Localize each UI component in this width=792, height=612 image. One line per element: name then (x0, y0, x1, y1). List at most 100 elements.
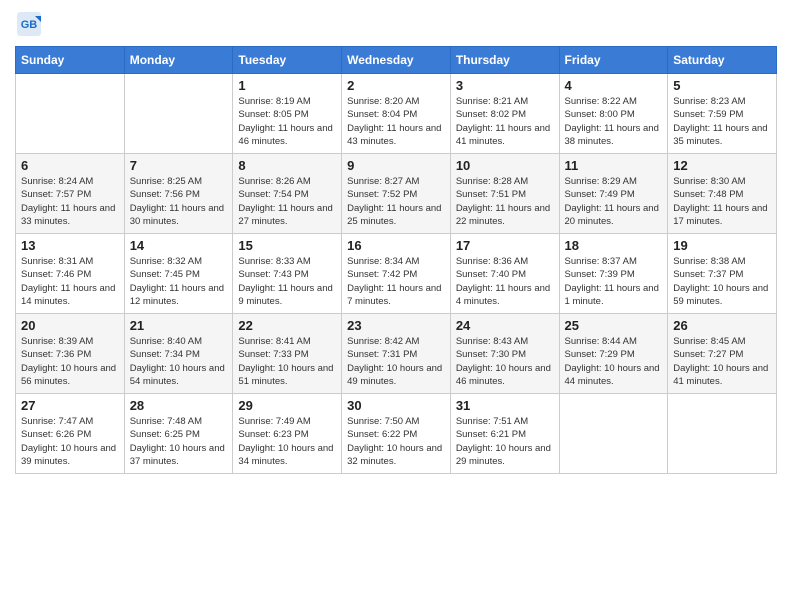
cell-content: Sunrise: 7:48 AMSunset: 6:25 PMDaylight:… (130, 415, 228, 468)
weekday-header-saturday: Saturday (668, 47, 777, 74)
calendar-cell: 5 Sunrise: 8:23 AMSunset: 7:59 PMDaylight… (668, 74, 777, 154)
weekday-header-row: SundayMondayTuesdayWednesdayThursdayFrid… (16, 47, 777, 74)
calendar-cell: 16Sunrise: 8:34 AMSunset: 7:42 PMDayligh… (342, 234, 451, 314)
calendar-cell: 24Sunrise: 8:43 AMSunset: 7:30 PMDayligh… (450, 314, 559, 394)
cell-content: Sunrise: 8:45 AMSunset: 7:27 PMDaylight:… (673, 335, 771, 388)
day-number: 29 (238, 398, 336, 413)
weekday-header-friday: Friday (559, 47, 668, 74)
calendar-cell: 11 Sunrise: 8:29 AMSunset: 7:49 PMDayligh… (559, 154, 668, 234)
day-number: 2 (347, 78, 445, 93)
calendar-cell (16, 74, 125, 154)
day-number: 27 (21, 398, 119, 413)
cell-content: Sunrise: 8:19 AMSunset: 8:05 PMDaylight:… (238, 95, 336, 148)
day-number: 13 (21, 238, 119, 253)
cell-content: Sunrise: 8:24 AMSunset: 7:57 PMDaylight:… (21, 175, 119, 228)
day-number: 26 (673, 318, 771, 333)
cell-content: Sunrise: 8:27 AMSunset: 7:52 PMDaylight:… (347, 175, 445, 228)
weekday-header-wednesday: Wednesday (342, 47, 451, 74)
cell-content: Sunrise: 8:36 AMSunset: 7:40 PMDaylight:… (456, 255, 554, 308)
calendar-body: 1Sunrise: 8:19 AMSunset: 8:05 PMDaylight… (16, 74, 777, 474)
calendar-cell: 7 Sunrise: 8:25 AMSunset: 7:56 PMDaylight… (124, 154, 233, 234)
day-number: 17 (456, 238, 554, 253)
calendar-cell: 25 Sunrise: 8:44 AMSunset: 7:29 PMDayligh… (559, 314, 668, 394)
calendar-cell: 27 Sunrise: 7:47 AMSunset: 6:26 PMDayligh… (16, 394, 125, 474)
day-number: 21 (130, 318, 228, 333)
cell-content: Sunrise: 8:41 AMSunset: 7:33 PMDaylight:… (238, 335, 336, 388)
cell-content: Sunrise: 8:40 AMSunset: 7:34 PMDaylight:… (130, 335, 228, 388)
cell-content: Sunrise: 8:37 AMSunset: 7:39 PMDaylight:… (565, 255, 663, 308)
calendar-cell (668, 394, 777, 474)
cell-content: Sunrise: 8:30 AMSunset: 7:48 PMDaylight:… (673, 175, 771, 228)
cell-content: Sunrise: 8:20 AMSunset: 8:04 PMDaylight:… (347, 95, 445, 148)
day-number: 14 (130, 238, 228, 253)
day-number: 8 (238, 158, 336, 173)
cell-content: Sunrise: 8:22 AMSunset: 8:00 PMDaylight:… (565, 95, 663, 148)
cell-content: Sunrise: 7:49 AMSunset: 6:23 PMDaylight:… (238, 415, 336, 468)
day-number: 15 (238, 238, 336, 253)
day-number: 16 (347, 238, 445, 253)
week-row-0: 1Sunrise: 8:19 AMSunset: 8:05 PMDaylight… (16, 74, 777, 154)
day-number: 23 (347, 318, 445, 333)
day-number: 31 (456, 398, 554, 413)
cell-content: Sunrise: 8:44 AMSunset: 7:29 PMDaylight:… (565, 335, 663, 388)
cell-content: Sunrise: 7:47 AMSunset: 6:26 PMDaylight:… (21, 415, 119, 468)
day-number: 9 (347, 158, 445, 173)
header: GB (15, 10, 777, 38)
day-number: 6 (21, 158, 119, 173)
cell-content: Sunrise: 8:31 AMSunset: 7:46 PMDaylight:… (21, 255, 119, 308)
calendar-cell: 6 Sunrise: 8:24 AMSunset: 7:57 PMDaylight… (16, 154, 125, 234)
calendar-cell (559, 394, 668, 474)
calendar-cell: 14Sunrise: 8:32 AMSunset: 7:45 PMDayligh… (124, 234, 233, 314)
calendar-cell (124, 74, 233, 154)
cell-content: Sunrise: 8:38 AMSunset: 7:37 PMDaylight:… (673, 255, 771, 308)
day-number: 22 (238, 318, 336, 333)
calendar-table: SundayMondayTuesdayWednesdayThursdayFrid… (15, 46, 777, 474)
day-number: 19 (673, 238, 771, 253)
weekday-header-monday: Monday (124, 47, 233, 74)
day-number: 18 (565, 238, 663, 253)
day-number: 11 (565, 158, 663, 173)
cell-content: Sunrise: 8:39 AMSunset: 7:36 PMDaylight:… (21, 335, 119, 388)
calendar-cell: 26 Sunrise: 8:45 AMSunset: 7:27 PMDayligh… (668, 314, 777, 394)
cell-content: Sunrise: 8:21 AMSunset: 8:02 PMDaylight:… (456, 95, 554, 148)
calendar-cell: 30 Sunrise: 7:50 AMSunset: 6:22 PMDayligh… (342, 394, 451, 474)
calendar-cell: 2 Sunrise: 8:20 AMSunset: 8:04 PMDaylight… (342, 74, 451, 154)
calendar-cell: 4 Sunrise: 8:22 AMSunset: 8:00 PMDaylight… (559, 74, 668, 154)
calendar-cell: 8 Sunrise: 8:26 AMSunset: 7:54 PMDaylight… (233, 154, 342, 234)
calendar-cell: 17 Sunrise: 8:36 AMSunset: 7:40 PMDayligh… (450, 234, 559, 314)
cell-content: Sunrise: 8:29 AMSunset: 7:49 PMDaylight:… (565, 175, 663, 228)
calendar-cell: 29 Sunrise: 7:49 AMSunset: 6:23 PMDayligh… (233, 394, 342, 474)
calendar-cell: 15Sunrise: 8:33 AMSunset: 7:43 PMDayligh… (233, 234, 342, 314)
day-number: 4 (565, 78, 663, 93)
calendar-cell: 22 Sunrise: 8:41 AMSunset: 7:33 PMDayligh… (233, 314, 342, 394)
day-number: 30 (347, 398, 445, 413)
day-number: 5 (673, 78, 771, 93)
day-number: 28 (130, 398, 228, 413)
cell-content: Sunrise: 8:26 AMSunset: 7:54 PMDaylight:… (238, 175, 336, 228)
calendar-cell: 19 Sunrise: 8:38 AMSunset: 7:37 PMDayligh… (668, 234, 777, 314)
day-number: 7 (130, 158, 228, 173)
calendar-cell: 9 Sunrise: 8:27 AMSunset: 7:52 PMDaylight… (342, 154, 451, 234)
cell-content: Sunrise: 7:50 AMSunset: 6:22 PMDaylight:… (347, 415, 445, 468)
cell-content: Sunrise: 7:51 AMSunset: 6:21 PMDaylight:… (456, 415, 554, 468)
week-row-4: 27 Sunrise: 7:47 AMSunset: 6:26 PMDayligh… (16, 394, 777, 474)
calendar-cell: 31 Sunrise: 7:51 AMSunset: 6:21 PMDayligh… (450, 394, 559, 474)
cell-content: Sunrise: 8:25 AMSunset: 7:56 PMDaylight:… (130, 175, 228, 228)
day-number: 10 (456, 158, 554, 173)
day-number: 12 (673, 158, 771, 173)
day-number: 3 (456, 78, 554, 93)
cell-content: Sunrise: 8:23 AMSunset: 7:59 PMDaylight:… (673, 95, 771, 148)
day-number: 25 (565, 318, 663, 333)
calendar-cell: 1Sunrise: 8:19 AMSunset: 8:05 PMDaylight… (233, 74, 342, 154)
day-number: 24 (456, 318, 554, 333)
calendar-cell: 13 Sunrise: 8:31 AMSunset: 7:46 PMDayligh… (16, 234, 125, 314)
logo: GB (15, 10, 47, 38)
calendar-cell: 23Sunrise: 8:42 AMSunset: 7:31 PMDayligh… (342, 314, 451, 394)
calendar-cell: 18 Sunrise: 8:37 AMSunset: 7:39 PMDayligh… (559, 234, 668, 314)
weekday-header-tuesday: Tuesday (233, 47, 342, 74)
logo-icon: GB (15, 10, 43, 38)
calendar-cell: 28 Sunrise: 7:48 AMSunset: 6:25 PMDayligh… (124, 394, 233, 474)
calendar-cell: 21 Sunrise: 8:40 AMSunset: 7:34 PMDayligh… (124, 314, 233, 394)
calendar-cell: 10Sunrise: 8:28 AMSunset: 7:51 PMDayligh… (450, 154, 559, 234)
week-row-2: 13 Sunrise: 8:31 AMSunset: 7:46 PMDayligh… (16, 234, 777, 314)
